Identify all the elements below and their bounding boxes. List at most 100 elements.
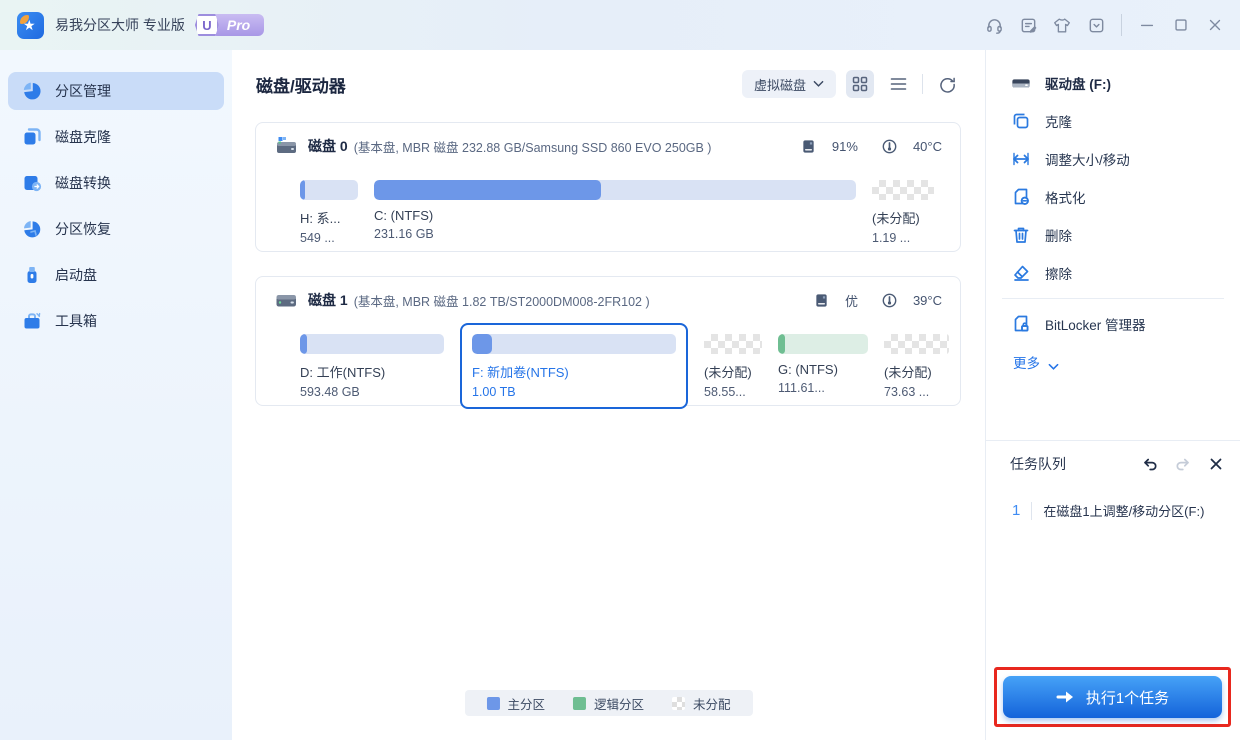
partition-label: H: 系... xyxy=(300,211,341,226)
action-label: 调整大小/移动 xyxy=(1045,153,1130,168)
list-view-button[interactable] xyxy=(884,70,912,98)
legend-label: 主分区 xyxy=(507,697,545,712)
drive-icon xyxy=(1011,73,1031,93)
pro-badge-label: Pro xyxy=(210,14,265,36)
sidebar-item-4[interactable]: 分区恢复 xyxy=(8,210,224,248)
disk1-icon xyxy=(274,290,298,310)
more-label: 更多 xyxy=(1013,356,1040,371)
partition-size: 593.48 GB xyxy=(300,385,360,399)
legend-label: 逻辑分区 xyxy=(593,697,645,712)
disk-health: 优 xyxy=(814,291,858,310)
partition-label: G: (NTFS) xyxy=(778,362,838,377)
close-task-queue-icon[interactable] xyxy=(1207,455,1225,473)
titlebar-separator xyxy=(1121,14,1122,36)
partition-磁盘 1-3[interactable]: G: (NTFS) 111.61... xyxy=(778,334,868,395)
sidebar-item-label: 磁盘克隆 xyxy=(55,129,111,145)
disk-card-1: 磁盘 1 (基本盘, MBR 磁盘 1.82 TB/ST2000DM008-2FR… xyxy=(255,276,961,409)
partition-磁盘 1-0[interactable]: D: 工作(NTFS) 593.48 GB xyxy=(300,334,444,399)
execute-tasks-label: 执行1个任务 xyxy=(1085,689,1170,707)
partition-磁盘 1-2[interactable]: (未分配) 58.55... xyxy=(704,334,762,399)
recover-icon xyxy=(22,219,42,239)
legend-item-primary: 主分区 xyxy=(486,694,545,713)
partition-磁盘 1-4[interactable]: (未分配) 73.63 ... xyxy=(884,334,949,399)
minimize-button[interactable] xyxy=(1130,8,1164,42)
sidebar-list: 分区管理磁盘克隆磁盘转换分区恢复启动盘工具箱 xyxy=(0,72,232,340)
partition-size: 1.00 TB xyxy=(472,385,516,399)
partition-label: F: 新加卷(NTFS) xyxy=(472,365,569,380)
feedback-note-icon[interactable] xyxy=(1011,8,1045,42)
sidebar-item-6[interactable]: 工具箱 xyxy=(8,302,224,340)
sidebar-item-2[interactable]: 磁盘克隆 xyxy=(8,118,224,156)
pie-icon xyxy=(22,81,42,101)
clone-icon xyxy=(22,127,42,147)
more-actions-link[interactable]: 更多 xyxy=(986,343,1240,381)
disk-temperature: 40°C xyxy=(882,139,942,154)
action-item-4[interactable]: 删除 xyxy=(986,216,1240,254)
sidebar-item-5[interactable]: 启动盘 xyxy=(8,256,224,294)
legend-item-unalloc: 未分配 xyxy=(672,694,731,713)
sidebar-item-1[interactable]: 分区管理 xyxy=(8,72,224,110)
arrow-right-icon xyxy=(1056,691,1073,703)
partition-size: 58.55... xyxy=(704,385,746,399)
bitlocker-icon xyxy=(1011,314,1031,334)
partition-label: C: (NTFS) xyxy=(374,208,434,223)
execute-tasks-button[interactable]: 执行1个任务 xyxy=(1003,676,1222,718)
action-item-2[interactable]: 调整大小/移动 xyxy=(986,140,1240,178)
partition-label: (未分配) xyxy=(872,211,920,226)
partition-磁盘 1-1[interactable]: F: 新加卷(NTFS) 1.00 TB xyxy=(460,323,688,409)
close-button[interactable] xyxy=(1198,8,1232,42)
titlebar: ★ 易我分区大师 专业版 U Pro xyxy=(0,0,1240,50)
redo-icon[interactable] xyxy=(1174,455,1192,473)
boot-icon xyxy=(22,265,42,285)
action-label: 格式化 xyxy=(1045,191,1086,206)
maximize-button[interactable] xyxy=(1164,8,1198,42)
annotation-highlight-box: 执行1个任务 xyxy=(994,667,1231,727)
partition-磁盘 0-2[interactable]: (未分配) 1.19 ... xyxy=(872,180,934,245)
disk-temperature: 39°C xyxy=(882,293,942,308)
disk-card-0: 磁盘 0 (基本盘, MBR 磁盘 232.88 GB/Samsung SSD 8… xyxy=(255,122,961,252)
legend-swatch-logical xyxy=(572,696,586,710)
right-panel: 驱动盘 (F:) 克隆 调整大小/移动 格式化 删除 擦除 BitLocker 管理器 更多 … xyxy=(985,50,1240,740)
erase-icon xyxy=(1011,263,1031,283)
pro-badge: U Pro xyxy=(194,14,265,36)
task-queue-title: 任务队列 xyxy=(1010,456,1066,472)
task-queue-section: 任务队列 1 在磁盘1上调整/移动分区(F:) xyxy=(986,440,1240,520)
partition-size: 111.61... xyxy=(778,381,825,395)
action-label: 克隆 xyxy=(1045,115,1072,130)
window-menu-icon[interactable] xyxy=(1079,8,1113,42)
partition-size: 549 ... xyxy=(300,231,335,245)
toolbox-icon xyxy=(22,311,42,331)
main-panel: 磁盘/驱动器 虚拟磁盘 磁盘 0 (基本盘, MBR 磁盘 232.88 GB/S… xyxy=(232,50,985,740)
sidebar-item-label: 分区管理 xyxy=(55,83,111,99)
convert-icon xyxy=(22,173,42,193)
disk-filter-label: 虚拟磁盘 xyxy=(753,77,806,93)
disk-filter-dropdown[interactable]: 虚拟磁盘 xyxy=(741,70,836,98)
grid-view-button[interactable] xyxy=(846,70,874,98)
disk-name: 磁盘 0 xyxy=(308,138,348,154)
theme-shirt-icon[interactable] xyxy=(1045,8,1079,42)
task-number: 1 xyxy=(1012,501,1033,520)
chevron-down-icon xyxy=(813,80,824,87)
action-item-3[interactable]: 格式化 xyxy=(986,178,1240,216)
legend-swatch-primary xyxy=(486,696,500,710)
undo-icon[interactable] xyxy=(1141,455,1159,473)
drive-health-icon xyxy=(814,293,829,308)
legend-label: 未分配 xyxy=(693,697,731,712)
refresh-button[interactable] xyxy=(933,70,961,98)
partition-size: 73.63 ... xyxy=(884,385,930,399)
partition-legend: 主分区 逻辑分区 未分配 xyxy=(464,690,753,716)
sidebar-item-label: 分区恢复 xyxy=(55,221,111,237)
action-item-1[interactable]: 克隆 xyxy=(986,102,1240,140)
partition-磁盘 0-0[interactable]: H: 系... 549 ... xyxy=(300,180,358,245)
support-headset-icon[interactable] xyxy=(977,8,1011,42)
partition-label: (未分配) xyxy=(884,365,932,380)
sidebar-item-3[interactable]: 磁盘转换 xyxy=(8,164,224,202)
task-list: 1 在磁盘1上调整/移动分区(F:) xyxy=(986,501,1240,520)
action-item-6[interactable]: BitLocker 管理器 xyxy=(986,305,1240,343)
resize-icon xyxy=(1011,149,1031,169)
action-label: BitLocker 管理器 xyxy=(1045,318,1146,333)
partition-label: D: 工作(NTFS) xyxy=(300,365,386,380)
page-title: 磁盘/驱动器 xyxy=(256,76,346,96)
partition-磁盘 0-1[interactable]: C: (NTFS) 231.16 GB xyxy=(374,180,856,241)
action-item-5[interactable]: 擦除 xyxy=(986,254,1240,292)
